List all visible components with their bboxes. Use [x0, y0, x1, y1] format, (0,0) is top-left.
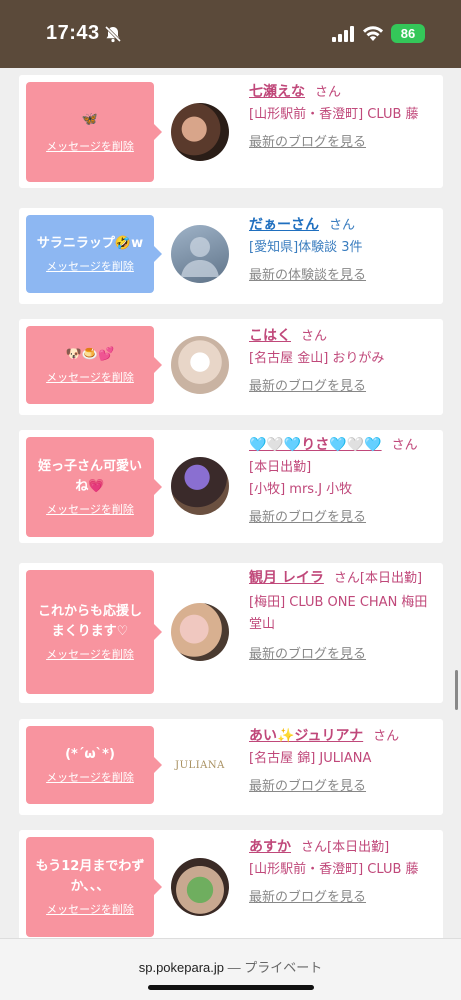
message-text: 姪っ子さん可愛いね💗: [37, 459, 142, 494]
url-display[interactable]: sp.pokepara.jp — プライベート: [0, 957, 461, 976]
shop-label: [名古屋 錦] JULIANA: [249, 751, 372, 766]
message-text: サラニラップ🤣w: [36, 236, 144, 251]
message-text: これからも応援しまくります♡: [37, 604, 142, 639]
latest-blog-link[interactable]: 最新のブログを見る: [249, 776, 437, 798]
message-text: (*´ω`*): [65, 747, 115, 762]
shop-logo-text: JULIANA: [175, 759, 225, 771]
message-bubble: これからも応援しまくります♡ メッセージを削除: [26, 570, 162, 694]
message-bubble: (*´ω`*) メッセージを削除: [26, 726, 162, 804]
honorific: さん: [391, 438, 418, 453]
message-text: 🐶🍮💕: [65, 347, 115, 362]
message-bubble: 姪っ子さん可愛いね💗 メッセージを削除: [26, 437, 162, 537]
sender-name-link[interactable]: 観月 レイラ: [249, 570, 324, 586]
sender-info: こはく さん [名古屋 金山] おりがみ 最新のブログを見る: [249, 325, 437, 398]
latest-blog-link[interactable]: 最新のブログを見る: [249, 644, 437, 666]
message-text: もう12月までわずか、、、: [35, 859, 145, 894]
latest-blog-link[interactable]: 最新のブログを見る: [249, 376, 437, 398]
sender-info: あい✨ジュリアナ さん [名古屋 錦] JULIANA 最新のブログを見る: [249, 725, 437, 798]
battery-level: 86: [400, 26, 416, 41]
clock: 17:43: [46, 22, 100, 44]
cellular-signal-icon: [332, 26, 354, 42]
work-status: [本日出勤]: [359, 571, 423, 586]
delete-message-link[interactable]: メッセージを削除: [46, 501, 134, 517]
shop-label: [愛知県]体験談 3件: [249, 240, 363, 255]
message-card: サラニラップ🤣w メッセージを削除 だぁーさん さん [愛知県]体験談 3件 最新…: [19, 208, 443, 304]
work-status: [本日出勤]: [327, 840, 390, 855]
delete-message-link[interactable]: メッセージを削除: [46, 646, 134, 662]
message-bubble: もう12月までわずか、、、 メッセージを削除: [26, 837, 162, 937]
message-feed[interactable]: 🦋 メッセージを削除 七瀬えな さん [山形駅前・香澄町] CLUB 藤 最新のブ…: [0, 68, 461, 938]
bell-muted-icon: [104, 25, 122, 43]
honorific: さん: [329, 218, 356, 233]
work-status: [本日出勤]: [249, 460, 312, 475]
latest-blog-link[interactable]: 最新のブログを見る: [249, 887, 437, 909]
delete-message-link[interactable]: メッセージを削除: [46, 369, 134, 385]
home-indicator[interactable]: [148, 985, 314, 990]
avatar[interactable]: [171, 336, 229, 394]
status-bar: 17:43 86: [0, 0, 461, 68]
battery-indicator: 86: [391, 24, 425, 43]
shop-label: [山形駅前・香澄町] CLUB 藤: [249, 107, 419, 122]
domain-text: sp.pokepara.jp: [138, 960, 225, 975]
avatar[interactable]: [171, 603, 229, 661]
sender-name-link[interactable]: 七瀬えな: [249, 84, 305, 100]
message-card: もう12月までわずか、、、 メッセージを削除 あすか さん[本日出勤] [山形駅前…: [19, 830, 443, 938]
honorific: さん: [301, 840, 328, 855]
sender-name-link[interactable]: あすか: [249, 839, 291, 855]
message-card: 🐶🍮💕 メッセージを削除 こはく さん [名古屋 金山] おりがみ 最新のブログを…: [19, 319, 443, 415]
shop-logo[interactable]: JULIANA: [171, 736, 229, 794]
avatar[interactable]: [171, 225, 229, 283]
shop-label: [小牧] mrs.J 小牧: [249, 482, 353, 497]
avatar[interactable]: [171, 457, 229, 515]
shop-label: [山形駅前・香澄町] CLUB 藤: [249, 862, 419, 877]
message-bubble: 🦋 メッセージを削除: [26, 82, 162, 182]
message-text: 🦋: [81, 112, 99, 127]
no-photo-icon: [181, 237, 219, 277]
sender-name-link[interactable]: こはく: [249, 328, 291, 344]
latest-blog-link[interactable]: 最新のブログを見る: [249, 507, 437, 529]
sender-name-link[interactable]: あい✨ジュリアナ: [249, 728, 363, 744]
latest-review-link[interactable]: 最新の体験談を見る: [249, 265, 437, 287]
honorific: さん: [315, 85, 342, 100]
message-bubble: サラニラップ🤣w メッセージを削除: [26, 215, 162, 293]
honorific: さん: [373, 729, 400, 744]
sender-info: 七瀬えな さん [山形駅前・香澄町] CLUB 藤 最新のブログを見る: [249, 81, 437, 154]
sender-name-link[interactable]: だぁーさん: [249, 217, 319, 233]
delete-message-link[interactable]: メッセージを削除: [46, 258, 134, 274]
message-card: これからも応援しまくります♡ メッセージを削除 観月 レイラ さん[本日出勤] […: [19, 563, 443, 703]
delete-message-link[interactable]: メッセージを削除: [46, 769, 134, 785]
sender-name-link[interactable]: 🩵🤍🩵りさ🩵🤍🩵: [249, 437, 382, 453]
sender-info: あすか さん[本日出勤] [山形駅前・香澄町] CLUB 藤 最新のブログを見る: [249, 836, 437, 909]
scrollbar-thumb[interactable]: [455, 670, 458, 710]
message-bubble: 🐶🍮💕 メッセージを削除: [26, 326, 162, 404]
sender-info: 🩵🤍🩵りさ🩵🤍🩵 さん [本日出勤] [小牧] mrs.J 小牧 最新のブログを見…: [249, 434, 437, 529]
delete-message-link[interactable]: メッセージを削除: [46, 138, 134, 154]
sender-info: 観月 レイラ さん[本日出勤] [梅田] CLUB ONE CHAN 梅田堂山 最…: [249, 567, 437, 666]
wifi-icon: [363, 26, 383, 41]
shop-label: [名古屋 金山] おりがみ: [249, 351, 385, 366]
latest-blog-link[interactable]: 最新のブログを見る: [249, 132, 437, 154]
honorific: さん: [301, 329, 328, 344]
delete-message-link[interactable]: メッセージを削除: [46, 901, 134, 917]
sender-info: だぁーさん さん [愛知県]体験談 3件 最新の体験談を見る: [249, 214, 437, 287]
avatar[interactable]: [171, 103, 229, 161]
message-card: 姪っ子さん可愛いね💗 メッセージを削除 🩵🤍🩵りさ🩵🤍🩵 さん [本日出勤] [小…: [19, 430, 443, 543]
avatar[interactable]: [171, 858, 229, 916]
message-card: (*´ω`*) メッセージを削除 JULIANA あい✨ジュリアナ さん [名古屋…: [19, 719, 443, 815]
browser-address-bar[interactable]: sp.pokepara.jp — プライベート: [0, 938, 461, 1000]
shop-label: [梅田] CLUB ONE CHAN 梅田堂山: [249, 595, 428, 632]
private-mode-label: — プライベート: [227, 960, 323, 975]
honorific: さん: [333, 571, 360, 586]
message-card: 🦋 メッセージを削除 七瀬えな さん [山形駅前・香澄町] CLUB 藤 最新のブ…: [19, 75, 443, 188]
